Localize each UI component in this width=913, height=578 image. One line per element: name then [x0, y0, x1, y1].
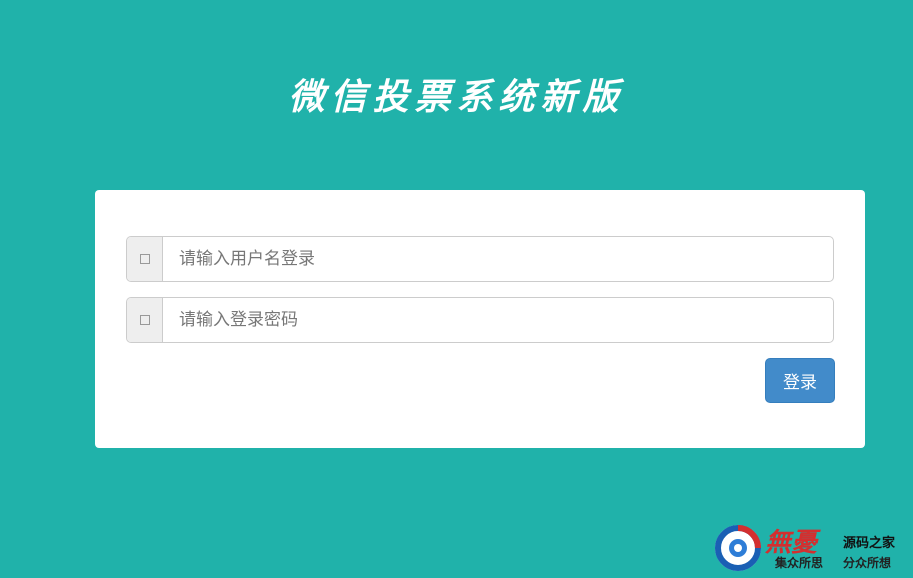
- watermark-line1: 源码之家: [843, 536, 896, 551]
- password-input[interactable]: [163, 298, 833, 342]
- password-group: [126, 297, 834, 343]
- username-input[interactable]: [163, 237, 833, 281]
- username-group: [126, 236, 834, 282]
- user-icon: [127, 237, 163, 281]
- watermark: 無憂 源码之家 集众所思 分众所想: [713, 520, 908, 575]
- watermark-line2-left: 集众所思: [775, 556, 824, 570]
- watermark-line2-right: 分众所想: [843, 556, 892, 570]
- login-panel: 登录: [95, 190, 865, 448]
- watermark-logo-icon: [715, 525, 761, 571]
- login-button[interactable]: 登录: [765, 358, 835, 403]
- lock-icon: [127, 298, 163, 342]
- page-title: 微信投票系统新版: [288, 76, 625, 118]
